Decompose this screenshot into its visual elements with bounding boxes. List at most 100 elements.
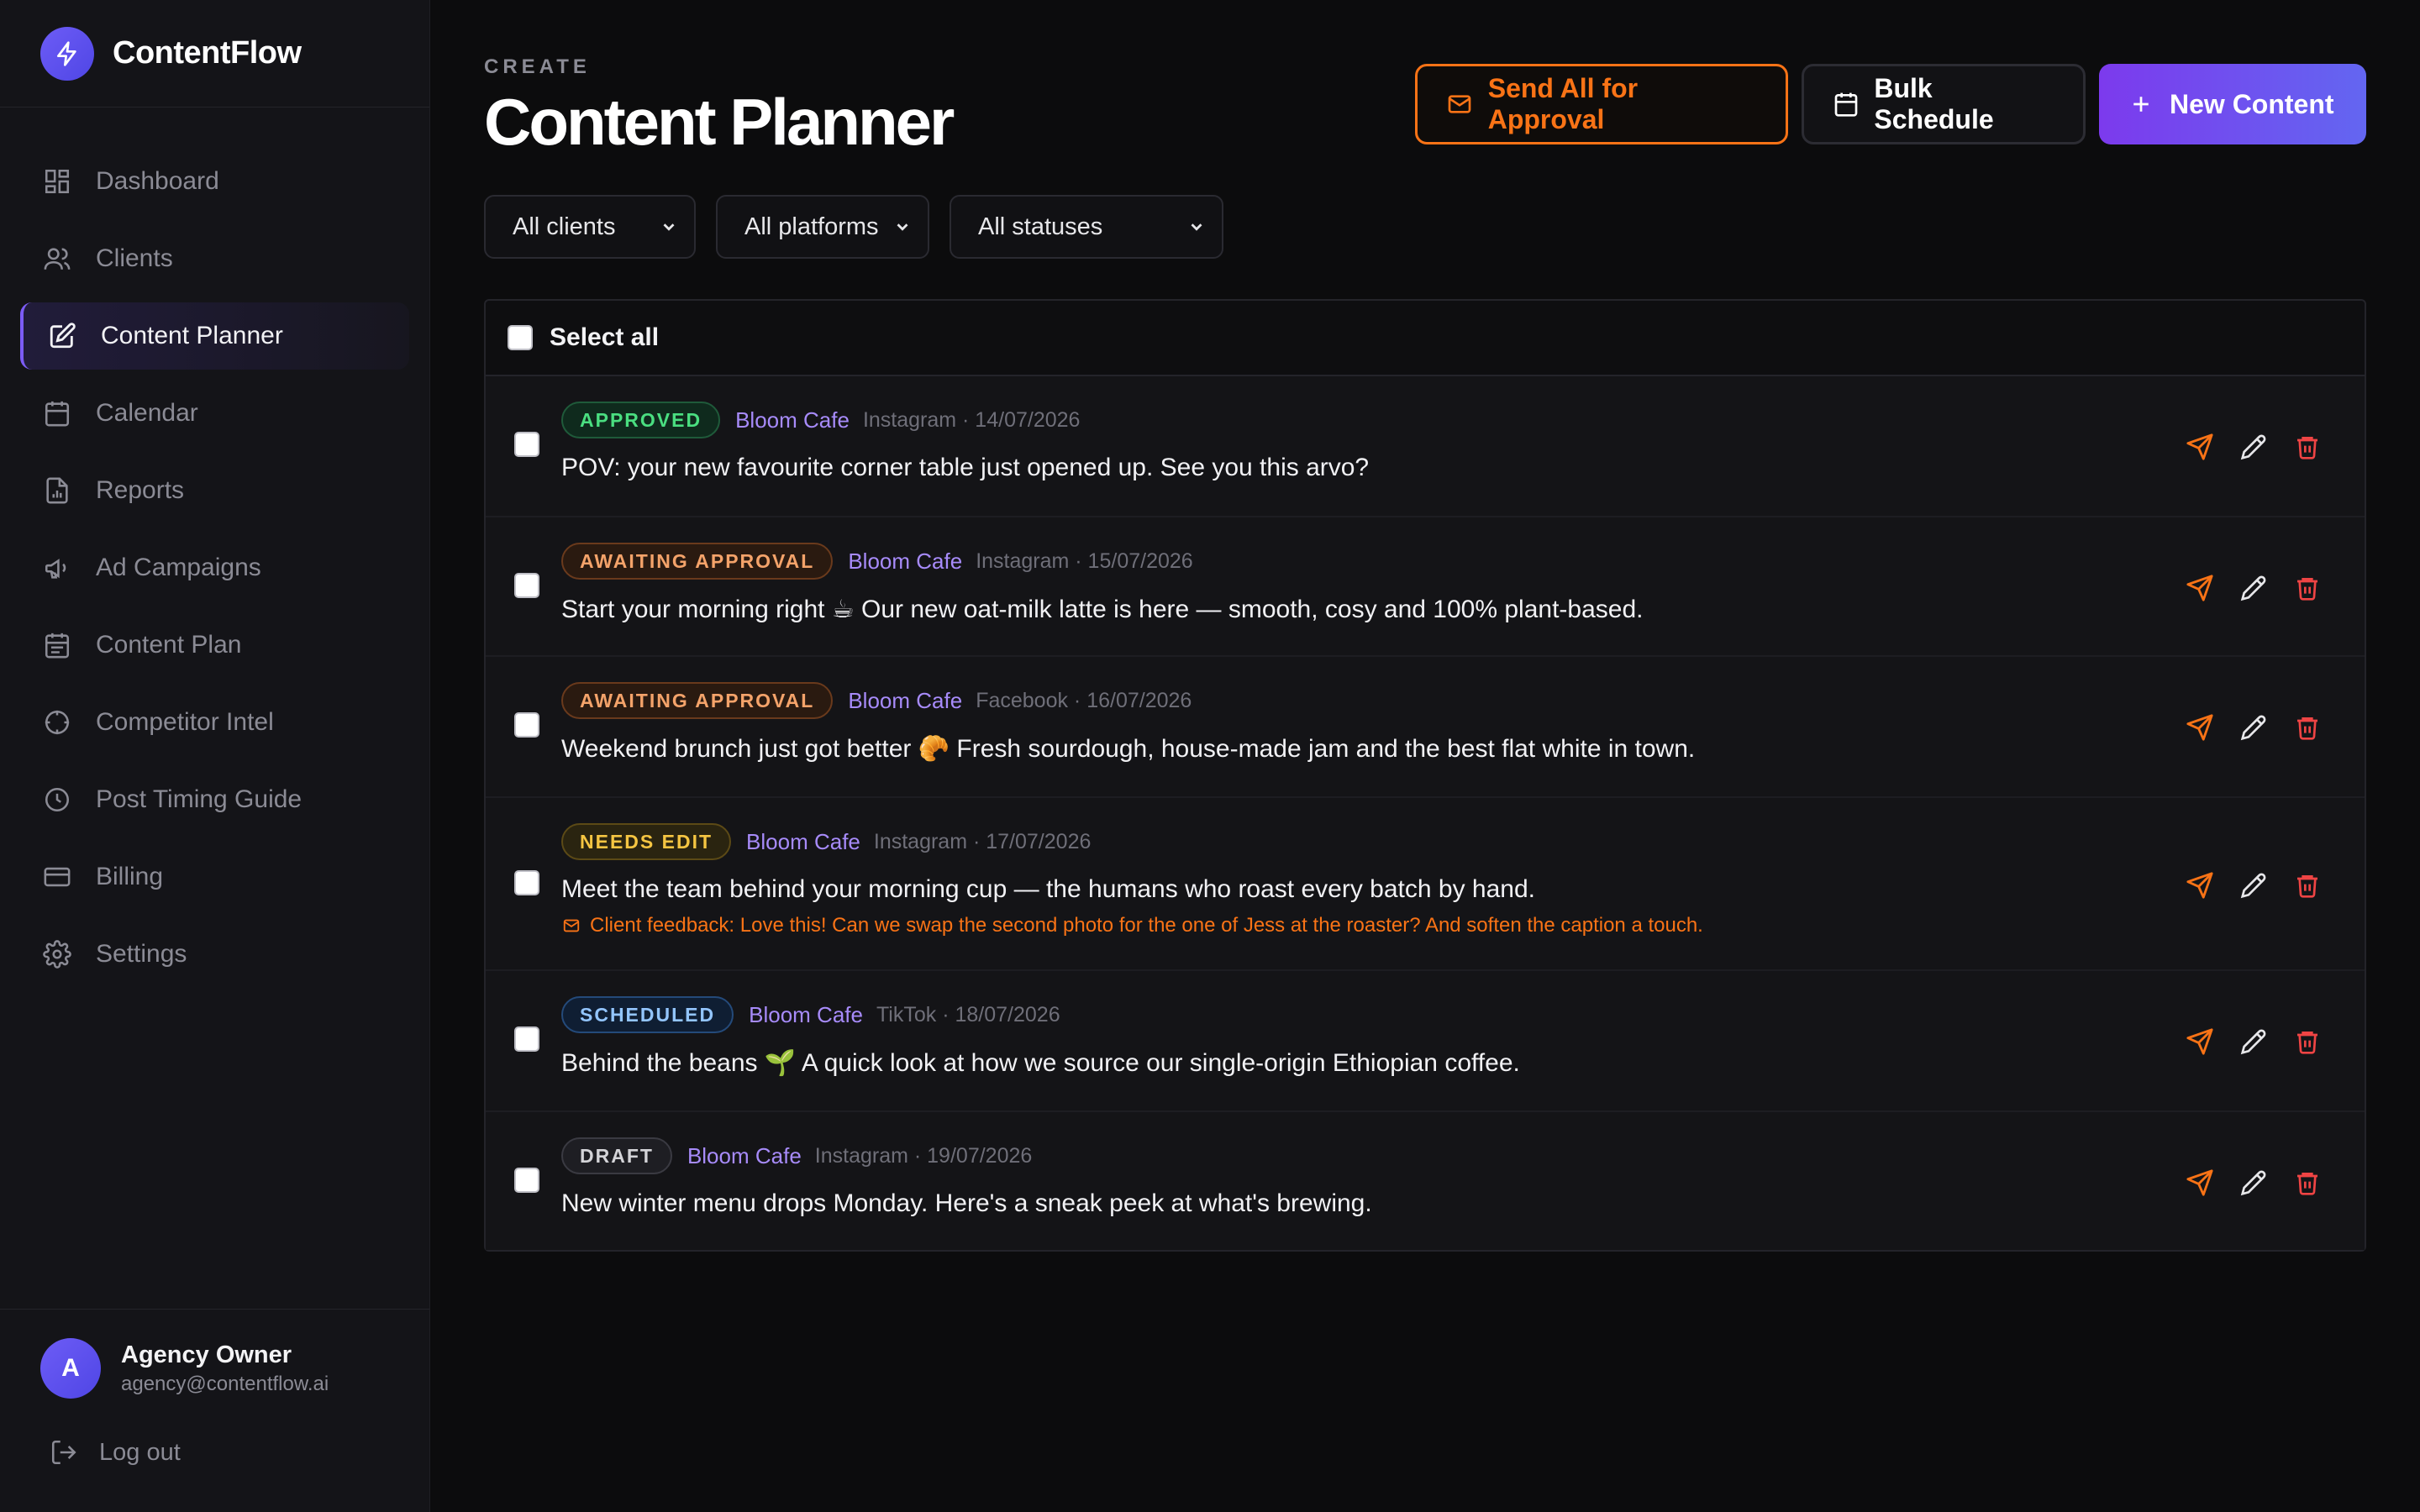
sidebar-item-content-plan[interactable]: Content Plan (20, 612, 409, 679)
client-name[interactable]: Bloom Cafe (749, 1002, 863, 1028)
select-all-label: Select all (550, 323, 660, 351)
edit-icon[interactable] (2238, 432, 2269, 462)
chevron-down-icon (892, 217, 913, 237)
sidebar-item-label: Ad Campaigns (96, 554, 261, 581)
sidebar-item-reports[interactable]: Reports (20, 457, 409, 524)
content-list: Select all APPROVED Bloom Cafe Instagram… (484, 299, 2366, 1252)
row-content: APPROVED Bloom Cafe Instagram · 14/07/20… (561, 402, 1369, 482)
brand[interactable]: ContentFlow (0, 0, 429, 108)
status-badge: AWAITING APPROVAL (561, 682, 834, 719)
sidebar-item-label: Clients (96, 244, 173, 272)
sidebar-item-label: Competitor Intel (96, 708, 274, 736)
trash-icon[interactable] (2292, 432, 2323, 462)
send-all-label: Send All for Approval (1487, 73, 1639, 134)
send-icon[interactable] (2185, 1026, 2215, 1057)
status-filter-value: All statuses (978, 213, 1103, 240)
row-actions (2185, 712, 2323, 743)
select-all-checkbox[interactable] (508, 325, 533, 350)
send-icon[interactable] (2185, 573, 2215, 603)
client-name[interactable]: Bloom Cafe (687, 1143, 802, 1169)
row-checkbox[interactable] (514, 870, 539, 895)
row-content: SCHEDULED Bloom Cafe TikTok · 18/07/2026… (561, 996, 1520, 1078)
client-name[interactable]: Bloom Cafe (735, 407, 850, 433)
bulk-schedule-button[interactable]: Bulk Schedule (1802, 64, 2086, 144)
platform-filter-select[interactable]: All platforms (716, 195, 929, 259)
post-caption: POV: your new favourite corner table jus… (561, 454, 1370, 481)
bulk-schedule-label: Bulk Schedule (1874, 73, 1994, 134)
status-badge: DRAFT (561, 1137, 672, 1174)
platform-date: Instagram · 14/07/2026 (862, 407, 1081, 432)
trash-icon[interactable] (2292, 1026, 2323, 1057)
new-content-label: New Content (2170, 88, 2334, 119)
sidebar-item-competitor-intel[interactable]: Competitor Intel (20, 689, 409, 756)
status-filter-select[interactable]: All statuses (950, 195, 1223, 259)
user-profile[interactable]: A Agency Owner agency@contentflow.ai (0, 1310, 429, 1399)
chevron-down-icon (659, 217, 679, 237)
trash-icon[interactable] (2292, 712, 2323, 743)
edit-icon[interactable] (2238, 712, 2269, 743)
sidebar-footer: A Agency Owner agency@contentflow.ai Log… (0, 1309, 429, 1469)
send-icon[interactable] (2185, 712, 2215, 743)
sidebar-item-content-planner[interactable]: Content Planner (20, 302, 409, 370)
row-actions (2185, 1168, 2323, 1198)
calendar-icon (1831, 89, 1860, 119)
row-content: DRAFT Bloom Cafe Instagram · 19/07/2026 … (561, 1137, 1372, 1218)
sidebar-item-label: Reports (96, 476, 185, 504)
sidebar-item-post-timing-guide[interactable]: Post Timing Guide (20, 766, 409, 833)
list-item: AWAITING APPROVAL Bloom Cafe Facebook · … (486, 657, 2365, 798)
client-name[interactable]: Bloom Cafe (848, 549, 962, 575)
send-icon[interactable] (2185, 1168, 2215, 1198)
edit-icon[interactable] (2238, 573, 2269, 603)
sidebar-item-label: Content Plan (96, 631, 242, 659)
users-icon (40, 242, 74, 276)
sidebar-nav: Dashboard Clients Content Planner Calend… (20, 148, 409, 998)
client-filter-value: All clients (513, 213, 616, 240)
sidebar-item-ad-campaigns[interactable]: Ad Campaigns (20, 534, 409, 601)
post-caption: Weekend brunch just got better 🥐 Fresh s… (561, 735, 1696, 763)
status-badge: APPROVED (561, 402, 721, 438)
row-checkbox[interactable] (514, 1026, 539, 1052)
mail-icon (561, 916, 581, 936)
post-caption: Behind the beans 🌱 A quick look at how w… (561, 1049, 1520, 1077)
status-badge: SCHEDULED (561, 996, 734, 1033)
edit-icon[interactable] (2238, 1026, 2269, 1057)
row-checkbox[interactable] (514, 1168, 539, 1193)
row-checkbox[interactable] (514, 573, 539, 598)
row-actions (2185, 432, 2323, 462)
trash-icon[interactable] (2292, 1168, 2323, 1198)
edit-icon (45, 319, 79, 353)
row-checkbox[interactable] (514, 712, 539, 738)
edit-icon[interactable] (2238, 870, 2269, 900)
sidebar-item-label: Settings (96, 940, 187, 968)
sidebar-item-label: Post Timing Guide (96, 785, 302, 813)
sidebar-item-dashboard[interactable]: Dashboard (20, 148, 409, 215)
client-name[interactable]: Bloom Cafe (848, 688, 962, 714)
row-actions (2185, 870, 2323, 900)
send-icon[interactable] (2185, 870, 2215, 900)
client-name[interactable]: Bloom Cafe (746, 829, 860, 855)
send-all-for-approval-button[interactable]: Send All for Approval (1415, 64, 1788, 144)
logout-label: Log out (99, 1438, 181, 1466)
section-eyebrow: CREATE (484, 55, 591, 78)
filters: All clients All platforms All statuses (484, 195, 1223, 259)
sidebar-item-clients[interactable]: Clients (20, 225, 409, 292)
new-content-button[interactable]: New Content (2099, 64, 2366, 144)
list-item: DRAFT Bloom Cafe Instagram · 19/07/2026 … (486, 1112, 2365, 1250)
trash-icon[interactable] (2292, 870, 2323, 900)
sidebar-item-calendar[interactable]: Calendar (20, 380, 409, 447)
list-item: NEEDS EDIT Bloom Cafe Instagram · 17/07/… (486, 798, 2365, 971)
list-item: AWAITING APPROVAL Bloom Cafe Instagram ·… (486, 517, 2365, 657)
trash-icon[interactable] (2292, 573, 2323, 603)
send-icon[interactable] (2185, 432, 2215, 462)
row-actions (2185, 1026, 2323, 1057)
page-title: Content Planner (484, 85, 955, 159)
row-checkbox[interactable] (514, 432, 539, 457)
row-content: AWAITING APPROVAL Bloom Cafe Instagram ·… (561, 543, 1643, 624)
edit-icon[interactable] (2238, 1168, 2269, 1198)
client-filter-select[interactable]: All clients (484, 195, 696, 259)
logout-button[interactable]: Log out (0, 1399, 429, 1469)
sidebar-item-settings[interactable]: Settings (20, 921, 409, 988)
sidebar-item-billing[interactable]: Billing (20, 843, 409, 911)
platform-date: Instagram · 19/07/2026 (814, 1143, 1033, 1168)
platform-date: Instagram · 17/07/2026 (873, 829, 1092, 853)
